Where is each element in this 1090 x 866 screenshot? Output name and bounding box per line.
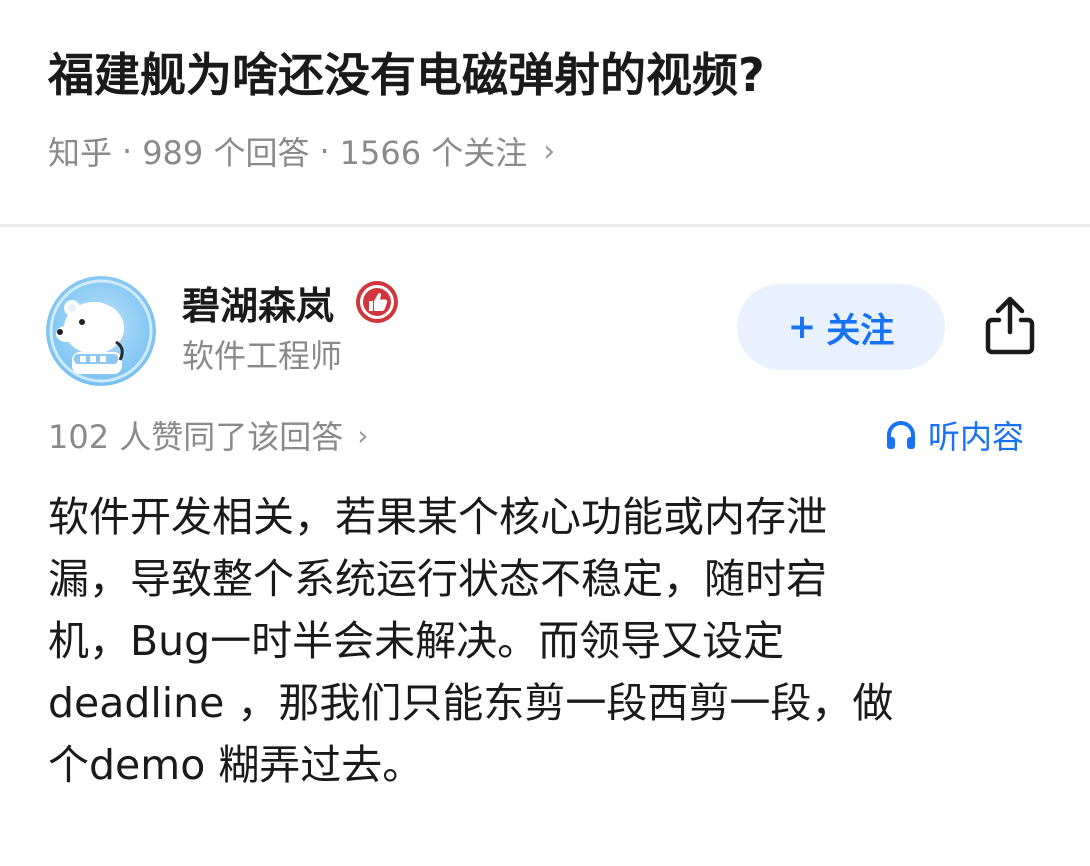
thumbs-up-badge-icon [356,281,399,323]
answer-line: 漏，导致整个系统运行状态不稳定，随时宕 [48,555,827,603]
answer-count: 989 个回答 [142,134,310,172]
headphones-icon [887,421,915,449]
question-meta[interactable]: 知乎 · 989 个回答 · 1566 个关注 › [48,126,555,176]
chevron-right-icon: › [357,418,369,452]
answer-line: 个demo 糊弄过去。 [48,741,424,789]
section-divider [0,224,1090,227]
answer-line: deadline ，那我们只能东剪一段西剪一段，做 [48,679,894,727]
polar-bear-avatar-icon [46,276,156,386]
separator-dot: · [319,132,330,170]
author-headline: 软件工程师 [182,337,343,375]
author-avatar[interactable] [46,276,156,386]
answer-body[interactable]: 软件开发相关，若果某个核心功能或内存泄 漏，导致整个系统运行状态不稳定，随时宕 … [48,486,1048,796]
question-title[interactable]: 福建舰为啥还没有电磁弹射的视频? [48,44,1048,106]
listen-label: 听内容 [928,418,1025,456]
plus-icon: + [787,307,817,347]
answer-line: 机，Bug一时半会未解决。而领导又设定 [48,617,785,665]
listen-button[interactable]: 听内容 [884,412,1024,458]
follow-button[interactable]: + 关注 [737,284,945,370]
vote-count-text: 102 人赞同了该回答 [48,418,344,456]
source-label: 知乎 [48,134,113,172]
share-button[interactable] [978,290,1042,360]
follow-label: 关注 [826,310,895,351]
chevron-right-icon: › [543,133,556,169]
follower-count: 1566 个关注 [339,134,528,172]
answer-line: 软件开发相关，若果某个核心功能或内存泄 [48,493,827,541]
share-icon [985,296,1035,355]
vote-count-link[interactable]: 102 人赞同了该回答 › [48,412,368,458]
author-name[interactable]: 碧湖森岚 [182,276,400,328]
separator-dot: · [122,132,133,170]
author-name-text: 碧湖森岚 [182,283,335,328]
